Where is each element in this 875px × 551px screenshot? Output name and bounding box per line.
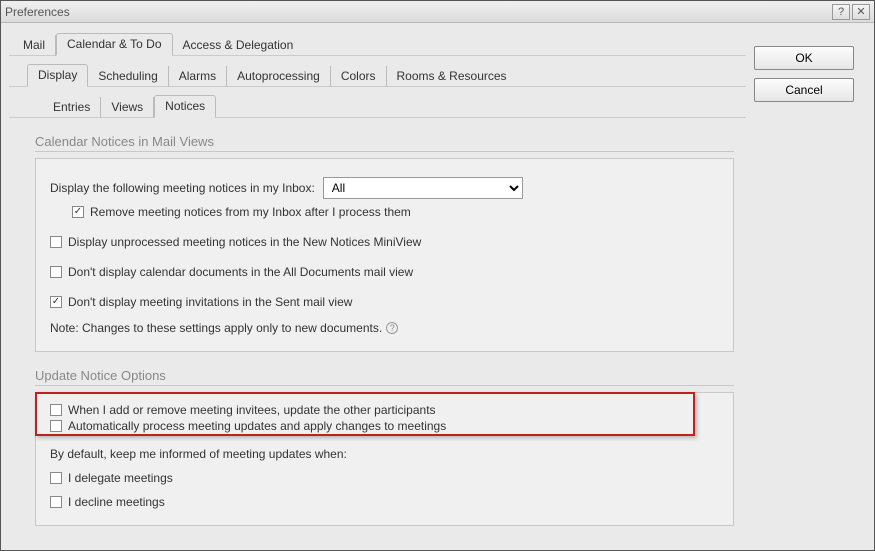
dont-all-docs-label: Don't display calendar documents in the … — [68, 265, 413, 279]
tab-access-delegation[interactable]: Access & Delegation — [173, 35, 304, 56]
tab-scheduling[interactable]: Scheduling — [88, 66, 168, 87]
remove-after-checkbox[interactable] — [72, 206, 84, 218]
tab-mail[interactable]: Mail — [13, 35, 56, 56]
help-icon[interactable]: ? — [386, 322, 398, 334]
dont-all-docs-row: Don't display calendar documents in the … — [50, 265, 719, 279]
tab-entries[interactable]: Entries — [43, 97, 101, 118]
update-participants-label: When I add or remove meeting invitees, u… — [68, 403, 436, 417]
remove-after-label: Remove meeting notices from my Inbox aft… — [90, 205, 411, 219]
scroll-area: Calendar Notices in Mail Views Display t… — [9, 124, 746, 542]
titlebar: Preferences ? ✕ — [1, 1, 874, 23]
tab-display[interactable]: Display — [27, 64, 88, 87]
tabs-sub2: Entries Views Notices — [9, 93, 746, 117]
preferences-window: Preferences ? ✕ Mail Calendar & To Do Ac… — [0, 0, 875, 551]
section2-panel: When I add or remove meeting invitees, u… — [35, 392, 734, 526]
unprocessed-row: Display unprocessed meeting notices in t… — [50, 235, 719, 249]
by-default-row: By default, keep me informed of meeting … — [50, 447, 719, 461]
auto-process-checkbox[interactable] — [50, 420, 62, 432]
section1-title: Calendar Notices in Mail Views — [35, 134, 734, 149]
tab-views[interactable]: Views — [101, 97, 154, 118]
dont-sent-checkbox[interactable] — [50, 296, 62, 308]
tab-calendar-todo[interactable]: Calendar & To Do — [56, 33, 173, 56]
help-button[interactable]: ? — [832, 4, 850, 20]
unprocessed-label: Display unprocessed meeting notices in t… — [68, 235, 421, 249]
decline-row: I decline meetings — [50, 495, 719, 509]
inbox-filter-select[interactable]: All — [323, 177, 523, 199]
tab-rooms-resources[interactable]: Rooms & Resources — [387, 66, 517, 87]
update-participants-row: When I add or remove meeting invitees, u… — [50, 403, 719, 417]
section2-title: Update Notice Options — [35, 368, 734, 383]
tab-autoprocessing[interactable]: Autoprocessing — [227, 66, 331, 87]
decline-label: I decline meetings — [68, 495, 165, 509]
ok-button[interactable]: OK — [754, 46, 854, 70]
delegate-checkbox[interactable] — [50, 472, 62, 484]
auto-process-row: Automatically process meeting updates an… — [50, 419, 719, 433]
by-default-label: By default, keep me informed of meeting … — [50, 447, 347, 461]
note-row: Note: Changes to these settings apply on… — [50, 321, 719, 335]
tabs-sub1: Display Scheduling Alarms Autoprocessing… — [9, 62, 746, 86]
remove-after-row: Remove meeting notices from my Inbox aft… — [72, 205, 719, 219]
tab-notices[interactable]: Notices — [154, 95, 216, 118]
delegate-row: I delegate meetings — [50, 471, 719, 485]
dont-sent-row: Don't display meeting invitations in the… — [50, 295, 719, 309]
delegate-label: I delegate meetings — [68, 471, 173, 485]
tabs-top: Mail Calendar & To Do Access & Delegatio… — [9, 31, 746, 55]
update-participants-checkbox[interactable] — [50, 404, 62, 416]
dont-sent-label: Don't display meeting invitations in the… — [68, 295, 352, 309]
right-pane: OK Cancel — [754, 31, 866, 542]
unprocessed-checkbox[interactable] — [50, 236, 62, 248]
section1-panel: Display the following meeting notices in… — [35, 158, 734, 352]
content: Mail Calendar & To Do Access & Delegatio… — [1, 23, 874, 550]
tab-colors[interactable]: Colors — [331, 66, 387, 87]
note-text: Note: Changes to these settings apply on… — [50, 321, 382, 335]
cancel-button[interactable]: Cancel — [754, 78, 854, 102]
inbox-filter-label: Display the following meeting notices in… — [50, 181, 315, 195]
close-button[interactable]: ✕ — [852, 4, 870, 20]
decline-checkbox[interactable] — [50, 496, 62, 508]
dont-all-docs-checkbox[interactable] — [50, 266, 62, 278]
inbox-filter-row: Display the following meeting notices in… — [50, 177, 719, 199]
tab-alarms[interactable]: Alarms — [169, 66, 227, 87]
auto-process-label: Automatically process meeting updates an… — [68, 419, 446, 433]
window-title: Preferences — [5, 5, 830, 19]
left-pane: Mail Calendar & To Do Access & Delegatio… — [9, 31, 746, 542]
